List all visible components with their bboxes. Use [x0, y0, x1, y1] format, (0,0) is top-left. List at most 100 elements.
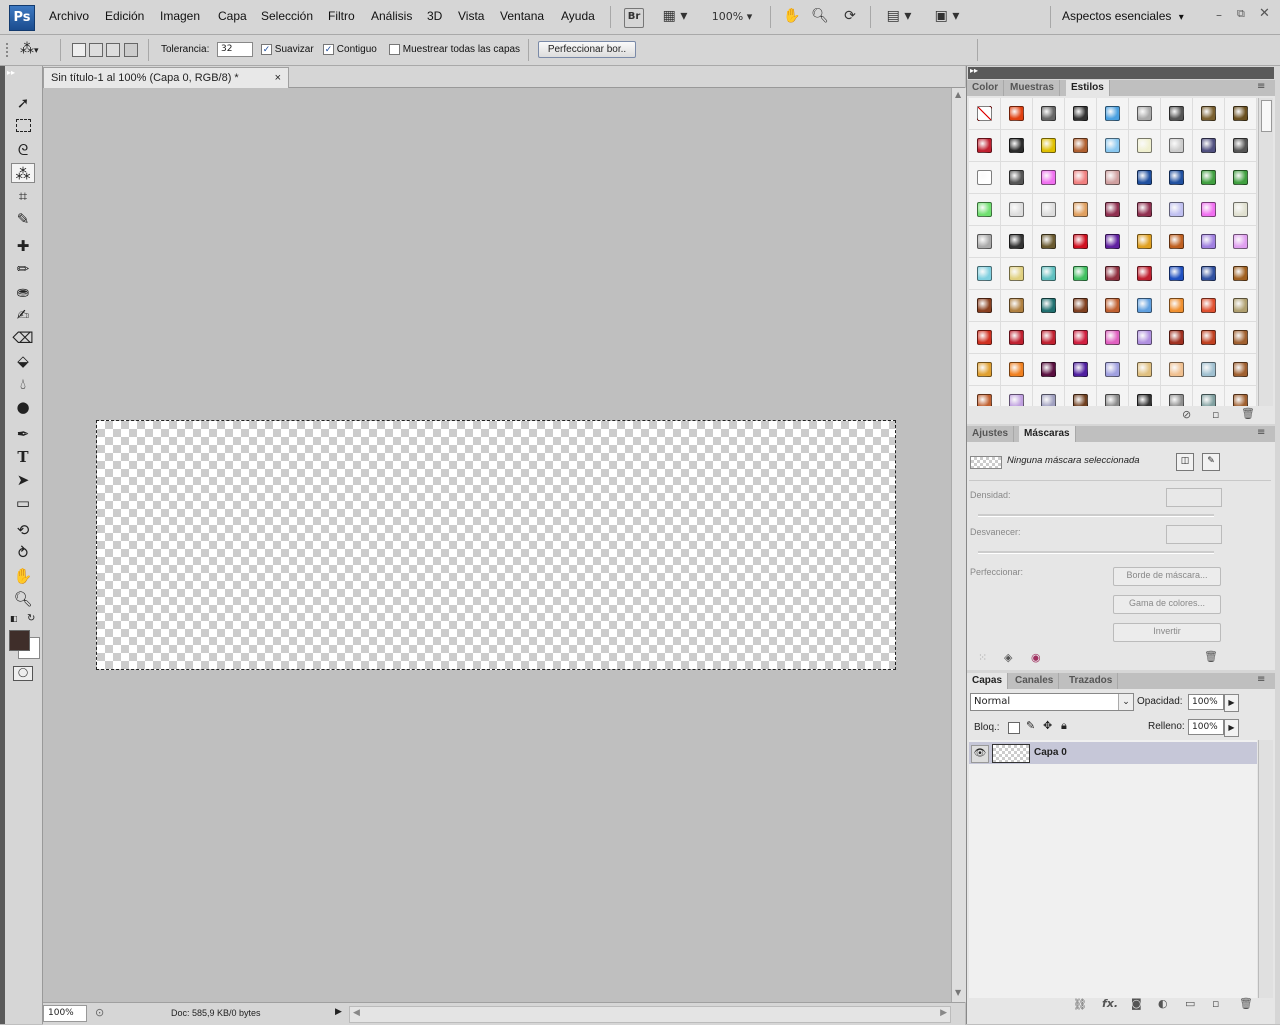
style-swatch[interactable]: [969, 162, 1001, 194]
density-slider[interactable]: [978, 514, 1214, 517]
feather-input[interactable]: [1166, 525, 1222, 544]
blur-tool-icon[interactable]: 💧︎: [11, 374, 35, 394]
opacity-slider-arrow-icon[interactable]: ▶: [1224, 694, 1239, 712]
style-swatch[interactable]: [1097, 226, 1129, 258]
style-swatch[interactable]: [1129, 322, 1161, 354]
adjustment-layer-icon[interactable]: ◐: [1158, 997, 1168, 1010]
hand-icon[interactable]: ✋: [782, 8, 802, 26]
antialias-checkbox[interactable]: ✓: [261, 44, 272, 55]
intersect-selection-icon[interactable]: [124, 43, 138, 57]
collapse-panels-icon[interactable]: ▸▸: [970, 66, 978, 75]
disable-mask-icon[interactable]: ◉: [1031, 651, 1041, 664]
style-swatch[interactable]: [1033, 386, 1065, 406]
history-brush-tool-icon[interactable]: ✍: [11, 305, 35, 325]
new-style-icon[interactable]: ▫: [1212, 408, 1219, 421]
style-swatch[interactable]: [969, 386, 1001, 406]
new-selection-icon[interactable]: [72, 43, 86, 57]
style-swatch[interactable]: [1065, 194, 1097, 226]
style-swatch[interactable]: [1225, 226, 1257, 258]
swap-colors-icon[interactable]: ↻: [27, 613, 35, 624]
layers-scrollbar[interactable]: [1258, 740, 1273, 998]
tolerance-input[interactable]: 32: [217, 42, 253, 57]
style-swatch[interactable]: [1161, 322, 1193, 354]
tab-trazados[interactable]: Trazados: [1064, 673, 1119, 689]
foreground-color-swatch[interactable]: [9, 630, 30, 651]
style-swatch[interactable]: [1033, 130, 1065, 162]
layer-style-icon[interactable]: fx.: [1102, 997, 1118, 1010]
lock-all-icon[interactable]: 🔒︎: [1061, 719, 1067, 733]
style-swatch[interactable]: [1161, 258, 1193, 290]
fill-slider-arrow-icon[interactable]: ▶: [1224, 719, 1239, 737]
style-swatch[interactable]: [1065, 386, 1097, 406]
scroll-right-icon[interactable]: ▶: [940, 1008, 947, 1018]
style-swatch[interactable]: [1097, 98, 1129, 130]
style-swatch[interactable]: [969, 194, 1001, 226]
style-swatch[interactable]: [1129, 386, 1161, 406]
contiguous-checkbox[interactable]: ✓: [323, 44, 334, 55]
style-swatch[interactable]: [1161, 194, 1193, 226]
blend-mode-dropdown[interactable]: Normal ⌄: [970, 693, 1134, 711]
panel-menu-icon[interactable]: ≡: [1257, 81, 1265, 92]
style-swatch[interactable]: [1225, 322, 1257, 354]
style-swatch[interactable]: [1097, 162, 1129, 194]
style-swatch[interactable]: [1097, 258, 1129, 290]
style-swatch[interactable]: [1001, 98, 1033, 130]
add-vector-mask-icon[interactable]: ✎: [1202, 453, 1220, 471]
style-swatch[interactable]: [1001, 130, 1033, 162]
style-swatch[interactable]: [1193, 258, 1225, 290]
brush-tool-icon[interactable]: ✏: [11, 259, 35, 279]
style-swatch[interactable]: [969, 130, 1001, 162]
style-swatch[interactable]: [1065, 354, 1097, 386]
style-swatch[interactable]: [1033, 258, 1065, 290]
style-swatch[interactable]: [1065, 258, 1097, 290]
style-swatch[interactable]: [1129, 290, 1161, 322]
menu-3d[interactable]: 3D: [427, 9, 442, 23]
menu-ayuda[interactable]: Ayuda: [561, 9, 595, 23]
style-swatch[interactable]: [1033, 98, 1065, 130]
layer-name[interactable]: Capa 0: [1034, 747, 1067, 758]
style-swatch[interactable]: [1065, 130, 1097, 162]
style-swatch[interactable]: [1193, 226, 1225, 258]
tab-ajustes[interactable]: Ajustes: [967, 426, 1015, 442]
menu-edicion[interactable]: Edición: [105, 9, 144, 23]
feather-slider[interactable]: [978, 551, 1214, 554]
style-swatch[interactable]: [1001, 322, 1033, 354]
screen-mode-icon[interactable]: ▣ ▾: [930, 8, 964, 26]
style-swatch[interactable]: [969, 226, 1001, 258]
styles-scroll-thumb[interactable]: [1261, 100, 1272, 132]
arrange-icon[interactable]: ▤ ▾: [882, 8, 916, 26]
menu-archivo[interactable]: Archivo: [49, 9, 89, 23]
scroll-left-icon[interactable]: ◀: [353, 1008, 360, 1018]
document-tab[interactable]: Sin título-1 al 100% (Capa 0, RGB/8) * ×: [43, 67, 289, 88]
style-swatch[interactable]: [1161, 98, 1193, 130]
panel-menu-icon[interactable]: ≡: [1257, 427, 1265, 438]
status-icon[interactable]: ⊙: [95, 1006, 104, 1019]
style-swatch[interactable]: [969, 290, 1001, 322]
menu-filtro[interactable]: Filtro: [328, 9, 355, 23]
fill-input[interactable]: 100%: [1188, 719, 1224, 735]
scroll-up-icon[interactable]: ▲: [955, 90, 961, 99]
style-swatch[interactable]: [1065, 162, 1097, 194]
new-layer-icon[interactable]: ▫: [1212, 997, 1219, 1010]
healing-brush-tool-icon[interactable]: ✚: [11, 236, 35, 256]
antialias-option[interactable]: ✓ Suavizar: [261, 44, 314, 55]
hand-tool-icon[interactable]: ✋: [11, 566, 35, 586]
invert-button[interactable]: Invertir: [1113, 623, 1221, 642]
style-swatch[interactable]: [1033, 322, 1065, 354]
zoom-icon[interactable]: 🔍︎: [810, 8, 830, 26]
status-menu-arrow-icon[interactable]: ▶: [335, 1007, 342, 1017]
dodge-tool-icon[interactable]: ●: [11, 397, 35, 417]
quick-mask-icon[interactable]: ◯: [13, 666, 33, 681]
style-swatch[interactable]: [1033, 354, 1065, 386]
style-swatch[interactable]: [1193, 162, 1225, 194]
style-swatch[interactable]: [1161, 386, 1193, 406]
menu-vista[interactable]: Vista: [458, 9, 484, 23]
style-swatch[interactable]: [1193, 290, 1225, 322]
3d-rotate-tool-icon[interactable]: ⟲: [11, 520, 35, 540]
add-selection-icon[interactable]: [89, 43, 103, 57]
style-swatch[interactable]: [1001, 354, 1033, 386]
style-swatch[interactable]: [1161, 162, 1193, 194]
style-swatch[interactable]: [1001, 194, 1033, 226]
styles-grid[interactable]: [969, 98, 1257, 406]
density-input[interactable]: [1166, 488, 1222, 507]
